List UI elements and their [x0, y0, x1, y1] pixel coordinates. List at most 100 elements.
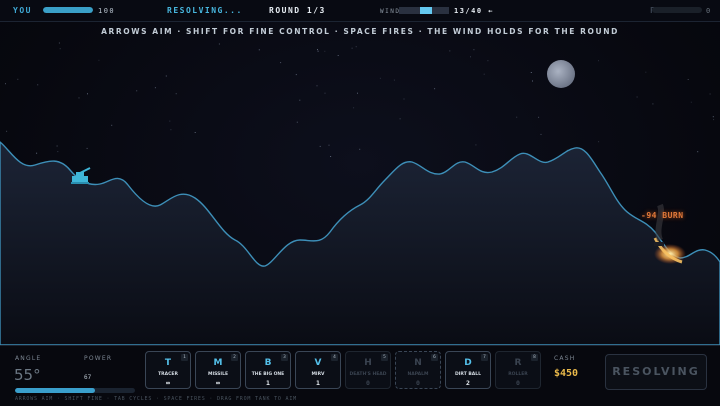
weapon-ammo: 0 — [516, 379, 520, 387]
star — [5, 83, 6, 85]
weapon-name: NAPALM — [407, 372, 429, 377]
weapon-card-dirt-ball[interactable]: D DIRT BALL 2 7 — [445, 351, 491, 389]
star — [713, 119, 715, 121]
star — [299, 99, 301, 101]
star — [598, 141, 600, 143]
star — [154, 87, 156, 89]
weapon-name: MISSILE — [207, 372, 229, 377]
star — [58, 42, 60, 44]
weapon-card-napalm[interactable]: N NAPALM 0 6 — [395, 351, 441, 389]
star — [324, 92, 326, 94]
top-bar: YOU 100 RESOLVING... ROUND 1/3 WIND 13/4… — [0, 0, 720, 22]
controls-hint: ARROWS AIM · SHIFT FOR FINE CONTROL · SP… — [101, 27, 619, 36]
star — [319, 145, 321, 147]
star — [690, 101, 692, 103]
weapon-ammo: 1 — [316, 379, 320, 387]
star — [532, 80, 533, 82]
star — [56, 145, 58, 147]
star — [687, 79, 689, 80]
star — [165, 75, 167, 77]
weapon-slot-number: 6 — [431, 354, 438, 361]
weapon-slot-number: 5 — [381, 354, 388, 361]
weapon-slot-number: 4 — [331, 354, 338, 361]
weapon-name: ROLLER — [508, 372, 528, 377]
weapon-card-roller[interactable]: R ROLLER 0 8 — [495, 351, 541, 389]
star — [98, 59, 100, 61]
star — [136, 90, 138, 92]
star — [712, 116, 714, 118]
star — [355, 46, 357, 48]
weapon-ammo: 0 — [366, 379, 370, 387]
foe-health-value: 0 — [706, 7, 712, 15]
star — [530, 72, 532, 73]
star — [538, 116, 540, 118]
weapon-card-the-big-one[interactable]: B THE BIG ONE 1 3 — [245, 351, 291, 389]
star — [636, 96, 638, 98]
star — [218, 43, 220, 45]
weapon-name: DEATH'S HEAD — [349, 372, 387, 377]
angle-value: 55° — [14, 366, 41, 384]
star — [470, 56, 471, 58]
cash-label: CASH — [554, 355, 576, 362]
tank-tread — [71, 182, 89, 184]
star — [36, 152, 38, 154]
star — [78, 97, 80, 99]
star — [434, 88, 436, 90]
wind-label: WIND — [380, 8, 401, 15]
star — [37, 84, 39, 86]
star — [170, 129, 172, 131]
angle-label: ANGLE — [15, 355, 42, 362]
power-label: POWER — [84, 355, 113, 362]
star — [86, 147, 88, 149]
weapon-slot-number: 3 — [281, 354, 288, 361]
star — [393, 79, 395, 81]
star — [337, 55, 339, 56]
fire-button[interactable]: RESOLVING — [605, 354, 707, 390]
power-slider[interactable] — [15, 388, 135, 393]
star-field — [5, 42, 715, 157]
star — [57, 151, 59, 153]
weapon-name: THE BIG ONE — [251, 372, 285, 377]
star — [316, 85, 318, 87]
weapon-card-death-s-head[interactable]: H DEATH'S HEAD 0 5 — [345, 351, 391, 389]
weapon-ammo: 2 — [466, 379, 470, 387]
star — [359, 148, 361, 150]
star — [483, 73, 485, 75]
star — [6, 130, 8, 132]
player-health-fill — [43, 7, 93, 13]
star — [330, 156, 332, 157]
star — [324, 50, 326, 52]
star — [709, 93, 711, 95]
star — [317, 49, 318, 51]
star — [87, 93, 88, 95]
game-stage[interactable]: YOU 100 RESOLVING... ROUND 1/3 WIND 13/4… — [0, 0, 720, 406]
star — [645, 71, 647, 73]
star — [399, 118, 401, 120]
star — [475, 144, 477, 146]
weapon-card-mirv[interactable]: V MIRV 1 4 — [295, 351, 341, 389]
wind-gauge — [399, 7, 449, 14]
player-tank[interactable] — [71, 167, 91, 184]
weapon-ammo: 0 — [416, 379, 420, 387]
damage-popup: -94 BURN — [641, 211, 684, 220]
weapon-slot-number: 8 — [531, 354, 538, 361]
star — [540, 133, 542, 135]
star — [697, 151, 699, 153]
weapon-name: TRACER — [158, 372, 178, 377]
foe-health-bar — [652, 7, 702, 13]
star — [59, 48, 61, 50]
star — [169, 120, 171, 122]
wind-gauge-fill — [419, 7, 432, 14]
tank-barrel — [79, 167, 91, 174]
weapon-ammo: ∞ — [166, 379, 170, 387]
weapon-card-tracer[interactable]: T TRACER ∞ 1 — [145, 351, 191, 389]
star — [296, 121, 298, 123]
star — [357, 92, 358, 94]
power-slider-fill — [15, 388, 96, 393]
star — [280, 62, 282, 64]
power-value: 67 — [84, 374, 92, 381]
weapon-card-missile[interactable]: M MISSILE ∞ 2 — [195, 351, 241, 389]
weapon-slot-number: 1 — [181, 354, 188, 361]
star — [351, 47, 353, 49]
star — [516, 116, 518, 118]
